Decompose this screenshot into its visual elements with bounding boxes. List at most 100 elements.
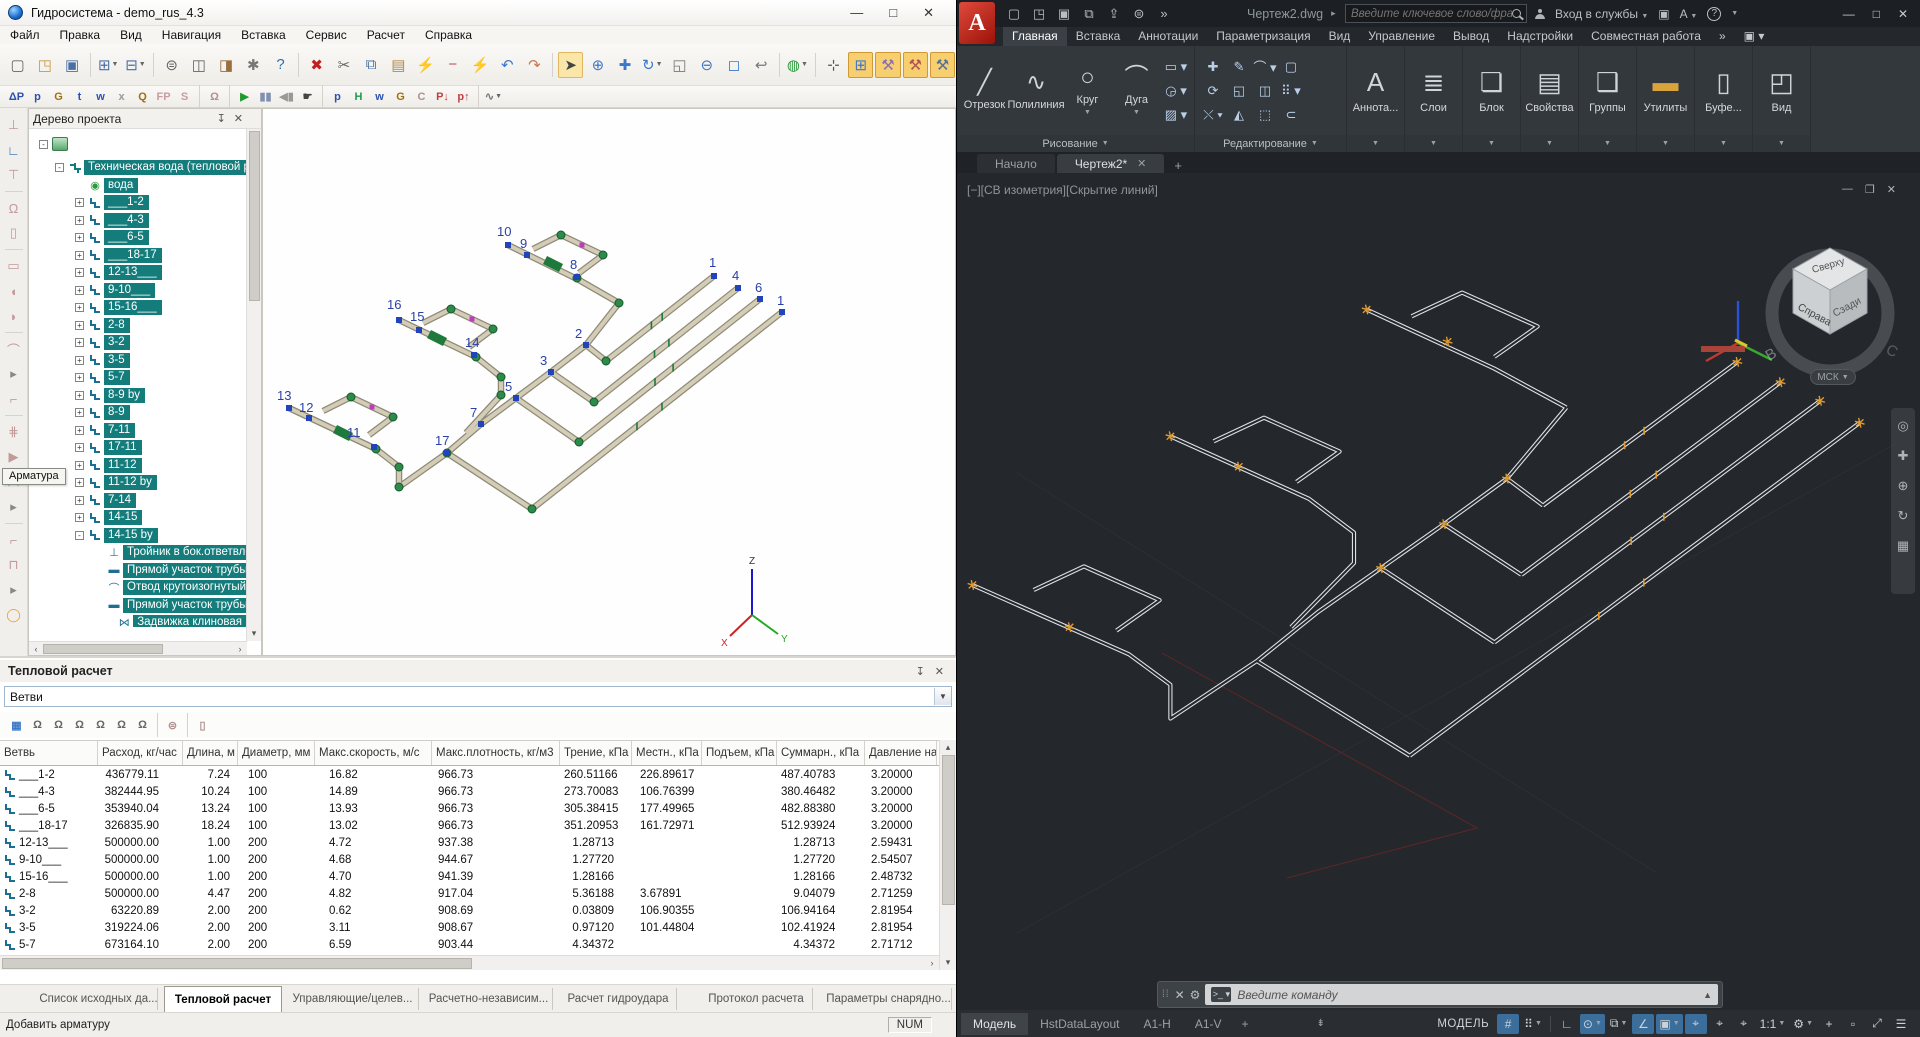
tree-item[interactable]: ⋈Задвижка клиновая: [29, 614, 247, 627]
expand-icon[interactable]: +: [75, 198, 84, 207]
autodesk-a-icon[interactable]: A ▼: [1680, 7, 1698, 21]
tree-item[interactable]: +14-15: [29, 509, 247, 527]
table-row[interactable]: 3-5319224.062.002003.11908.670.97120101.…: [0, 919, 939, 936]
ribbon-tab-8[interactable]: Совместная работа: [1582, 27, 1710, 46]
close-tab-icon[interactable]: ✕: [1137, 157, 1146, 170]
polar-icon[interactable]: ⊙▼: [1580, 1014, 1605, 1034]
panel-button-Буфе...[interactable]: ▯Буфе...: [1699, 50, 1748, 132]
customization-menu-icon[interactable]: ☰: [1890, 1014, 1912, 1034]
tree-item[interactable]: +12-13___: [29, 264, 247, 282]
tree-item[interactable]: +7-14: [29, 492, 247, 510]
column-header[interactable]: Подъем, кПа: [702, 741, 777, 765]
tree-item[interactable]: +3-2: [29, 334, 247, 352]
panel-button-Группы[interactable]: ❑Группы: [1583, 50, 1632, 132]
tree-item[interactable]: -14-15 by: [29, 527, 247, 545]
point-icon[interactable]: ◯: [4, 606, 24, 624]
orifice-icon[interactable]: ⋕: [4, 423, 24, 441]
column-header[interactable]: Трение, кПа: [560, 741, 632, 765]
more3-icon[interactable]: ▸: [4, 581, 24, 599]
tree-horizontal-scrollbar[interactable]: ‹ ›: [29, 641, 247, 655]
pan-icon[interactable]: ✚: [1898, 448, 1909, 464]
tb-btn-18[interactable]: H: [349, 88, 368, 106]
tab-6[interactable]: Параметры снарядно...: [826, 988, 952, 1010]
pipe-in-icon[interactable]: ◖: [4, 282, 24, 300]
edit-tool-icon-11[interactable]: ⊂: [1279, 104, 1303, 126]
orbit-icon[interactable]: ↻: [1898, 508, 1909, 524]
table-row[interactable]: 5-7673164.102.002006.59903.444.343724.34…: [0, 936, 939, 953]
tree-item[interactable]: +3-5: [29, 352, 247, 370]
expand-icon[interactable]: +: [75, 356, 84, 365]
ribbon-tab-2[interactable]: Аннотации: [1129, 27, 1207, 46]
axes-icon[interactable]: ⊹: [821, 52, 846, 78]
file-tab-0[interactable]: Начало: [977, 154, 1055, 173]
tb-btn-23[interactable]: p↑: [454, 88, 473, 106]
model-3d-view[interactable]: 10981615141312111461235717ZXY: [262, 108, 956, 656]
tab-4[interactable]: Расчет гидроудара: [560, 988, 677, 1010]
layout-tab-A1-H[interactable]: A1-H: [1131, 1013, 1182, 1035]
tree-item[interactable]: +___6-5: [29, 229, 247, 247]
steering-wheel-icon[interactable]: ◎: [1897, 418, 1908, 434]
insert-node-icon[interactable]: ⚡: [413, 52, 438, 78]
command-input[interactable]: >_ ▾ Введите команду ▲: [1205, 984, 1718, 1005]
search-input[interactable]: [1351, 8, 1512, 20]
close-icon[interactable]: ✕: [234, 112, 243, 125]
snap-icon[interactable]: ⠿▼: [1521, 1014, 1545, 1034]
flask1-icon[interactable]: Ω: [28, 716, 47, 734]
delete-icon[interactable]: ✖: [304, 52, 329, 78]
scale-value[interactable]: 1:1▼: [1757, 1014, 1789, 1034]
preview-icon[interactable]: ◫: [186, 52, 211, 78]
edit-tool-icon-2[interactable]: ⤬ ▾: [1201, 104, 1225, 126]
corner-icon[interactable]: ⌐: [4, 390, 24, 408]
tb-btn-21[interactable]: C: [412, 88, 431, 106]
expand-icon[interactable]: +: [75, 461, 84, 470]
tree-item[interactable]: +8-9 by: [29, 387, 247, 405]
menu-7[interactable]: Справка: [415, 27, 482, 43]
column-header[interactable]: Длина, м: [183, 741, 238, 765]
panel-button-Слои[interactable]: ≣Слои: [1409, 50, 1458, 132]
sign-in-button[interactable]: Вход в службы ▼: [1555, 7, 1648, 21]
table-row[interactable]: ___1-2436779.117.2410016.82966.73260.511…: [0, 766, 939, 783]
close-icon[interactable]: ✕: [1175, 988, 1185, 1002]
panel-button-Вид[interactable]: ◰Вид: [1757, 50, 1806, 132]
layout-overflow-icon[interactable]: +: [1234, 1013, 1257, 1035]
tb-btn-6[interactable]: Q: [133, 88, 152, 106]
autoscale-icon[interactable]: ⌖: [1709, 1014, 1731, 1034]
edit-tool-icon-10[interactable]: ⠿ ▾: [1279, 80, 1303, 102]
table-icon[interactable]: ⊟▼: [123, 52, 148, 78]
edit-tool-icon-4[interactable]: ◱: [1227, 80, 1251, 102]
more2-icon[interactable]: ▸: [4, 498, 24, 516]
cut-icon[interactable]: ✂: [331, 52, 356, 78]
expand-icon[interactable]: +: [75, 216, 84, 225]
tab-1[interactable]: Тепловой расчет: [164, 986, 282, 1012]
menu-4[interactable]: Вставка: [231, 27, 296, 43]
draw-extra-icon-0[interactable]: ▭ ▾: [1164, 56, 1188, 78]
edit-tool-icon-3[interactable]: ✎: [1227, 56, 1251, 78]
drawing-canvas[interactable]: [−][СВ изометрия][Скрытие линий] — ❐ ✕ В…: [957, 173, 1920, 1010]
ribbon-tab-5[interactable]: Управление: [1359, 27, 1444, 46]
menu-1[interactable]: Правка: [50, 27, 111, 43]
tree-item[interactable]: +5-7: [29, 369, 247, 387]
tree-item[interactable]: +___4-3: [29, 212, 247, 230]
view-mode-combobox[interactable]: Ветви ▼: [4, 686, 952, 707]
tab-0[interactable]: Список исходных да...: [40, 988, 158, 1010]
search-icon[interactable]: [1512, 9, 1521, 18]
scroll-right-icon[interactable]: ›: [233, 644, 247, 654]
expand-icon[interactable]: +: [75, 513, 84, 522]
layout-tab-A1-V[interactable]: A1-V: [1183, 1013, 1234, 1035]
showmotion-icon[interactable]: ▦: [1897, 538, 1909, 554]
panel-label-draw[interactable]: Рисование▼: [957, 135, 1194, 152]
insert-node2-icon[interactable]: ⚡: [467, 52, 492, 78]
close-icon[interactable]: ✕: [923, 5, 934, 21]
table-row[interactable]: ___6-5353940.0413.2410013.93966.73305.38…: [0, 800, 939, 817]
table-vertical-scrollbar[interactable]: ▴ ▾: [939, 740, 956, 970]
open-file-icon[interactable]: ◳: [1028, 4, 1050, 24]
expand-icon[interactable]: +: [75, 391, 84, 400]
remove-node-icon[interactable]: −: [440, 52, 465, 78]
flask4-icon[interactable]: Ω: [91, 716, 110, 734]
tube-icon[interactable]: ▯: [193, 716, 212, 734]
tb-btn-20[interactable]: G: [391, 88, 410, 106]
user-icon[interactable]: [1535, 9, 1545, 19]
annotation-scale-icon[interactable]: ⌖: [1733, 1014, 1755, 1034]
column-header[interactable]: Давление на: [865, 741, 937, 765]
transfer-icon[interactable]: ⇪: [1103, 4, 1125, 24]
